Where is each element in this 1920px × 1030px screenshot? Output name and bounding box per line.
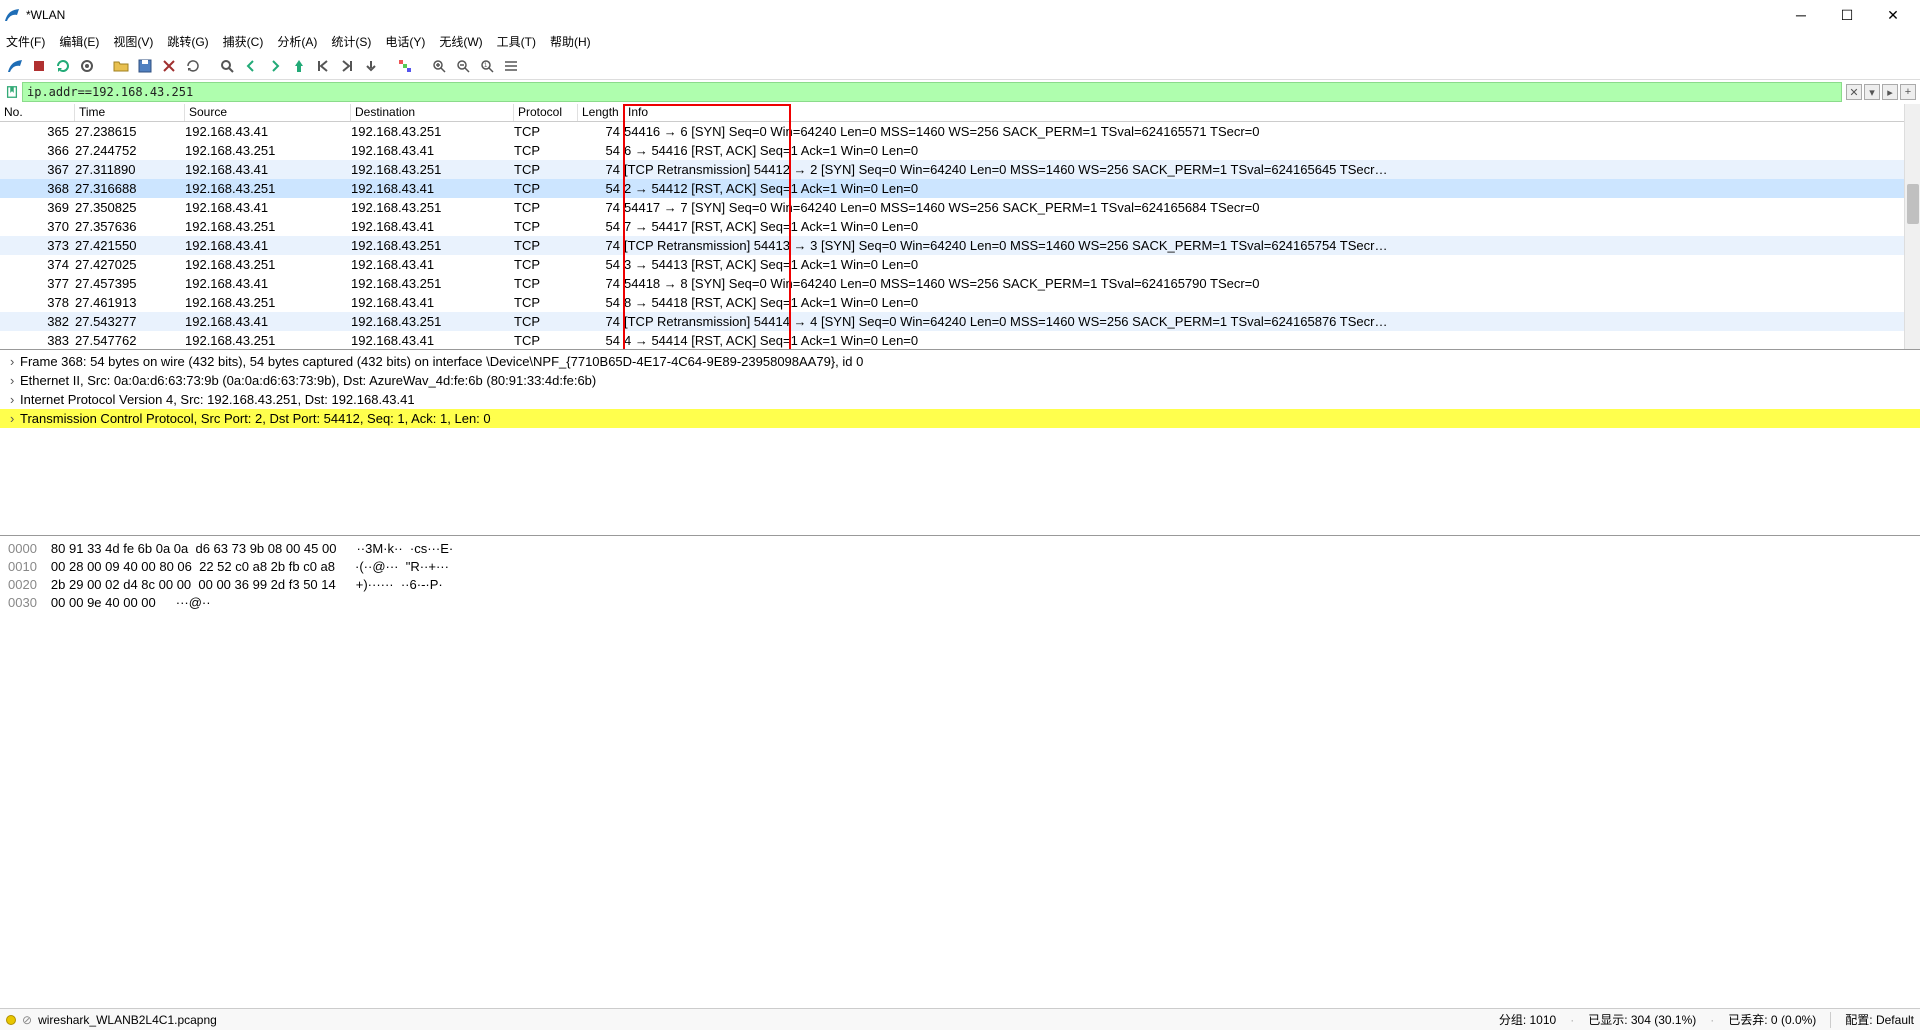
packet-row[interactable]: 37027.357636192.168.43.251192.168.43.41T…	[0, 217, 1920, 236]
wireshark-icon	[4, 7, 20, 23]
packet-row[interactable]: 36927.350825192.168.43.41192.168.43.251T…	[0, 198, 1920, 217]
packet-list-pane: No. Time Source Destination Protocol Len…	[0, 104, 1920, 350]
statusbar: ⊘ wireshark_WLANB2L4C1.pcapng 分组: 1010 ·…	[0, 1008, 1920, 1030]
status-packets: 分组: 1010	[1499, 1011, 1556, 1028]
packet-row[interactable]: 36527.238615192.168.43.41192.168.43.251T…	[0, 122, 1920, 141]
go-last-button[interactable]	[336, 55, 358, 77]
col-protocol[interactable]: Protocol	[514, 104, 578, 121]
close-file-button[interactable]	[158, 55, 180, 77]
packet-row[interactable]: 37827.461913192.168.43.251192.168.43.41T…	[0, 293, 1920, 312]
menu-capture[interactable]: 捕获(C)	[223, 33, 264, 50]
resize-columns-button[interactable]	[500, 55, 522, 77]
restart-capture-button[interactable]	[52, 55, 74, 77]
menu-tools[interactable]: 工具(T)	[497, 33, 536, 50]
cancel-icon[interactable]: ⊘	[22, 1013, 32, 1027]
menu-help[interactable]: 帮助(H)	[550, 33, 591, 50]
hex-line[interactable]: 001000 28 00 09 40 00 80 06 22 52 c0 a8 …	[8, 558, 1912, 576]
maximize-button[interactable]: ☐	[1824, 0, 1870, 30]
packet-row[interactable]: 37427.427025192.168.43.251192.168.43.41T…	[0, 255, 1920, 274]
display-filter-input[interactable]	[22, 82, 1842, 102]
detail-line[interactable]: ›Frame 368: 54 bytes on wire (432 bits),…	[0, 352, 1920, 371]
filter-add-button[interactable]: +	[1900, 84, 1916, 100]
go-back-button[interactable]	[240, 55, 262, 77]
menu-analyze[interactable]: 分析(A)	[277, 33, 317, 50]
reload-button[interactable]	[182, 55, 204, 77]
toolbar: 1	[0, 52, 1920, 80]
packet-row[interactable]: 38227.543277192.168.43.41192.168.43.251T…	[0, 312, 1920, 331]
col-destination[interactable]: Destination	[351, 104, 514, 121]
auto-scroll-button[interactable]	[360, 55, 382, 77]
status-dropped: 已丢弃: 0 (0.0%)	[1728, 1011, 1816, 1028]
zoom-in-button[interactable]	[428, 55, 450, 77]
menu-go[interactable]: 跳转(G)	[167, 33, 208, 50]
menu-wireless[interactable]: 无线(W)	[439, 33, 482, 50]
menu-view[interactable]: 视图(V)	[113, 33, 153, 50]
packet-row[interactable]: 36827.316688192.168.43.251192.168.43.41T…	[0, 179, 1920, 198]
hex-line[interactable]: 00202b 29 00 02 d4 8c 00 00 00 00 36 99 …	[8, 576, 1912, 594]
filter-clear-button[interactable]: ✕	[1846, 84, 1862, 100]
titlebar: *WLAN ─ ☐ ✕	[0, 0, 1920, 30]
col-info[interactable]: Info	[624, 104, 1920, 121]
save-file-button[interactable]	[134, 55, 156, 77]
detail-line[interactable]: ›Ethernet II, Src: 0a:0a:d6:63:73:9b (0a…	[0, 371, 1920, 390]
packet-row[interactable]: 36727.311890192.168.43.41192.168.43.251T…	[0, 160, 1920, 179]
status-file: wireshark_WLANB2L4C1.pcapng	[38, 1013, 217, 1027]
go-forward-button[interactable]	[264, 55, 286, 77]
filter-dropdown-button[interactable]: ▾	[1864, 84, 1880, 100]
zoom-out-button[interactable]	[452, 55, 474, 77]
window-title: *WLAN	[26, 8, 1778, 22]
close-button[interactable]: ✕	[1870, 0, 1916, 30]
packet-row[interactable]: 36627.244752192.168.43.251192.168.43.41T…	[0, 141, 1920, 160]
hex-line[interactable]: 003000 00 9e 40 00 00···@··	[8, 594, 1912, 612]
zoom-reset-button[interactable]: 1	[476, 55, 498, 77]
open-file-button[interactable]	[110, 55, 132, 77]
bookmark-filter-icon[interactable]	[4, 84, 20, 100]
col-no[interactable]: No.	[0, 104, 75, 121]
menu-telephony[interactable]: 电话(Y)	[385, 33, 425, 50]
packet-row[interactable]: 37327.421550192.168.43.41192.168.43.251T…	[0, 236, 1920, 255]
filter-expression-button[interactable]: ▸	[1882, 84, 1898, 100]
status-displayed: 已显示: 304 (30.1%)	[1588, 1011, 1696, 1028]
packet-list-scrollbar[interactable]	[1904, 104, 1920, 349]
menu-edit[interactable]: 编辑(E)	[59, 33, 99, 50]
packet-details-pane[interactable]: ›Frame 368: 54 bytes on wire (432 bits),…	[0, 350, 1920, 536]
scroll-thumb[interactable]	[1907, 184, 1919, 224]
go-to-packet-button[interactable]	[288, 55, 310, 77]
packet-list-header[interactable]: No. Time Source Destination Protocol Len…	[0, 104, 1920, 122]
packet-list-rows[interactable]: 36527.238615192.168.43.41192.168.43.251T…	[0, 122, 1920, 350]
minimize-button[interactable]: ─	[1778, 0, 1824, 30]
detail-line[interactable]: ›Internet Protocol Version 4, Src: 192.1…	[0, 390, 1920, 409]
col-length[interactable]: Length	[578, 104, 624, 121]
stop-capture-button[interactable]	[28, 55, 50, 77]
hex-line[interactable]: 000080 91 33 4d fe 6b 0a 0a d6 63 73 9b …	[8, 540, 1912, 558]
status-profile[interactable]: 配置: Default	[1845, 1011, 1914, 1028]
col-time[interactable]: Time	[75, 104, 185, 121]
find-button[interactable]	[216, 55, 238, 77]
menu-file[interactable]: 文件(F)	[6, 33, 45, 50]
filter-bar: ✕ ▾ ▸ +	[0, 80, 1920, 104]
packet-bytes-pane[interactable]: 000080 91 33 4d fe 6b 0a 0a d6 63 73 9b …	[0, 536, 1920, 792]
menubar: 文件(F) 编辑(E) 视图(V) 跳转(G) 捕获(C) 分析(A) 统计(S…	[0, 30, 1920, 52]
packet-row[interactable]: 38327.547762192.168.43.251192.168.43.41T…	[0, 331, 1920, 350]
colorize-button[interactable]	[394, 55, 416, 77]
go-first-button[interactable]	[312, 55, 334, 77]
menu-statistics[interactable]: 统计(S)	[331, 33, 371, 50]
col-source[interactable]: Source	[185, 104, 351, 121]
packet-row[interactable]: 37727.457395192.168.43.41192.168.43.251T…	[0, 274, 1920, 293]
detail-line[interactable]: ›Transmission Control Protocol, Src Port…	[0, 409, 1920, 428]
capture-options-button[interactable]	[76, 55, 98, 77]
start-capture-button[interactable]	[4, 55, 26, 77]
expert-info-icon[interactable]	[6, 1015, 16, 1025]
